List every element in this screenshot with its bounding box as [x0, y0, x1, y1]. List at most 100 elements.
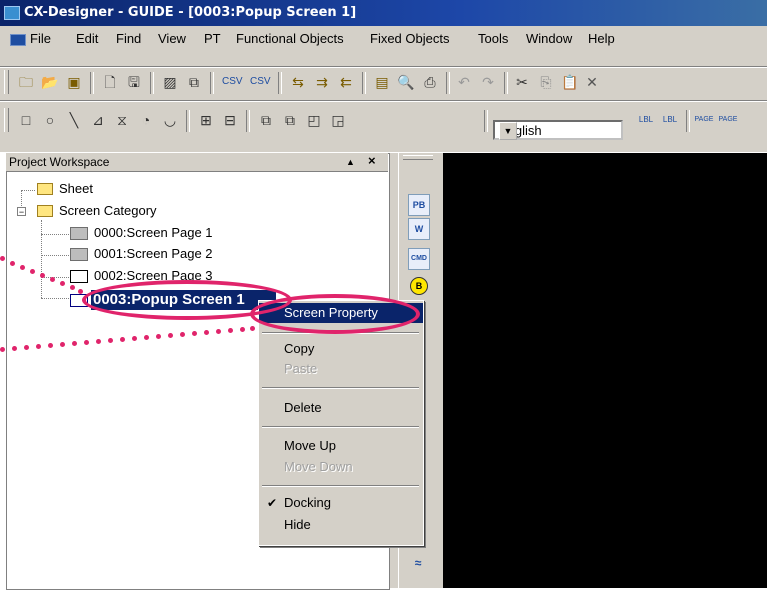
menu-tools[interactable]: Tools — [478, 26, 508, 52]
page-prev-icon[interactable]: PAGE — [694, 110, 714, 130]
redo-icon[interactable]: ↷ — [478, 72, 498, 92]
toolbar-separator — [0, 100, 767, 101]
new-page-icon[interactable]: 🗋 — [100, 72, 120, 92]
document-icon[interactable]: ▤ — [372, 72, 392, 92]
print-icon[interactable]: ⎙ — [420, 72, 440, 92]
page-next-icon[interactable]: PAGE — [718, 110, 738, 130]
toolbar-divider — [484, 110, 488, 132]
tree-item-label: Screen Category — [59, 203, 157, 218]
line-icon[interactable]: ╲ — [64, 110, 84, 130]
csv-import-icon[interactable]: CSV — [250, 72, 271, 92]
folder-icon — [37, 205, 53, 217]
menu-separator — [262, 426, 419, 428]
menu-item-label: Delete — [284, 400, 322, 415]
front-icon[interactable]: ◰ — [304, 110, 324, 130]
graph-icon[interactable]: ≈ — [408, 553, 428, 573]
menu-item-label: Hide — [284, 517, 311, 532]
open-project-icon[interactable]: ▣ — [64, 72, 84, 92]
screen-editor-canvas[interactable] — [443, 153, 767, 588]
toolbar-separator — [0, 66, 767, 67]
copy-icon[interactable]: ⧉ — [184, 72, 204, 92]
print-preview-icon[interactable]: 🔍 — [396, 72, 416, 92]
polyline-icon[interactable]: ⊿ — [88, 110, 108, 130]
workspace-title: Project Workspace — [9, 155, 110, 169]
paste-icon[interactable]: 📋 — [560, 72, 580, 92]
menu-bar: File Edit Find View PT Functional Object… — [0, 26, 767, 52]
menu-view[interactable]: View — [158, 26, 186, 52]
label-prev-icon[interactable]: LBL — [636, 110, 656, 130]
menu-item-docking[interactable]: ✔ Docking — [259, 493, 423, 513]
polygon-icon[interactable]: ⧖ — [112, 110, 132, 130]
close-icon[interactable]: × — [368, 152, 376, 170]
menu-help[interactable]: Help — [588, 26, 615, 52]
new-folder-icon[interactable]: 🗀 — [16, 72, 36, 92]
back-icon[interactable]: ◲ — [328, 110, 348, 130]
menu-separator — [262, 387, 419, 389]
toolbar-divider — [278, 72, 282, 94]
toolbar-divider — [504, 72, 508, 94]
menu-window[interactable]: Window — [526, 26, 572, 52]
collapse-icon[interactable]: − — [17, 207, 26, 217]
tree-line — [41, 255, 69, 256]
language-select[interactable]: English ▼ — [493, 120, 623, 140]
toolbar-divider — [210, 72, 214, 94]
context-menu: Screen Property Copy Paste Delete Move U… — [258, 300, 424, 546]
ungroup-icon[interactable]: ⧉ — [280, 110, 300, 130]
menu-item-move-up[interactable]: Move Up — [259, 436, 423, 456]
align-icon[interactable]: ⊞ — [196, 110, 216, 130]
csv-export-icon[interactable]: CSV — [222, 72, 243, 92]
transfer-from-icon[interactable]: ⇇ — [336, 72, 356, 92]
menu-item-paste[interactable]: Paste — [259, 359, 423, 379]
menu-item-copy[interactable]: Copy — [259, 339, 423, 359]
transfer-icon[interactable]: ⇆ — [288, 72, 308, 92]
save-icon[interactable]: 🖫 — [124, 72, 144, 92]
sector-icon[interactable]: ◔ — [136, 110, 156, 130]
document-window-icon[interactable] — [10, 34, 26, 46]
screen-page-icon — [70, 248, 88, 261]
bit-lamp-icon[interactable]: B — [410, 277, 428, 295]
checkmark-icon: ✔ — [267, 496, 278, 510]
menu-functional-objects[interactable]: Functional Objects — [236, 26, 344, 52]
palette-grip[interactable] — [403, 155, 433, 160]
screen-page-icon — [70, 270, 88, 283]
push-button-icon[interactable]: PB — [408, 194, 430, 216]
cut-icon[interactable]: ✂ — [512, 72, 532, 92]
copy-icon-2[interactable]: ⎘ — [536, 72, 556, 92]
menu-item-delete[interactable]: Delete — [259, 398, 423, 418]
word-button-icon[interactable]: W — [408, 218, 430, 240]
menu-item-move-down[interactable]: Move Down — [259, 457, 423, 477]
menu-file[interactable]: File — [30, 26, 51, 52]
menu-edit[interactable]: Edit — [76, 26, 98, 52]
menu-find[interactable]: Find — [116, 26, 141, 52]
pin-icon[interactable]: ▲ — [346, 153, 355, 171]
hatch-icon[interactable]: ▨ — [160, 72, 180, 92]
command-button-icon[interactable]: CMD — [408, 248, 430, 270]
menu-fixed-objects[interactable]: Fixed Objects — [370, 26, 449, 52]
tree-item-label: 0000:Screen Page 1 — [94, 225, 213, 240]
chevron-down-icon[interactable]: ▼ — [499, 122, 517, 140]
rectangle-icon[interactable]: □ — [16, 110, 36, 130]
undo-icon[interactable]: ↶ — [454, 72, 474, 92]
tree-item-label: Sheet — [59, 181, 93, 196]
arc-icon[interactable]: ◡ — [160, 110, 180, 130]
app-icon — [4, 6, 20, 20]
circle-icon[interactable]: ○ — [40, 110, 60, 130]
tree-item-label: 0001:Screen Page 2 — [94, 246, 213, 261]
menu-item-hide[interactable]: Hide — [259, 515, 423, 535]
menu-separator — [262, 485, 419, 487]
transfer-to-icon[interactable]: ⇉ — [312, 72, 332, 92]
align-2-icon[interactable]: ⊟ — [220, 110, 240, 130]
workspace-header: Project Workspace ▲ × — [6, 153, 388, 172]
toolbar-grip[interactable] — [4, 108, 9, 132]
tree-line — [41, 298, 69, 299]
toolbar-grip[interactable] — [4, 70, 9, 94]
menu-pt[interactable]: PT — [204, 26, 221, 52]
open-icon[interactable]: 📂 — [40, 72, 60, 92]
menu-item-label: Move Up — [284, 438, 337, 453]
label-next-icon[interactable]: LBL — [660, 110, 680, 130]
toolbar-divider — [446, 72, 450, 94]
toolbar-divider — [90, 72, 94, 94]
group-icon[interactable]: ⧉ — [256, 110, 276, 130]
tree-line — [41, 220, 42, 298]
delete-icon[interactable]: ✕ — [582, 72, 602, 92]
